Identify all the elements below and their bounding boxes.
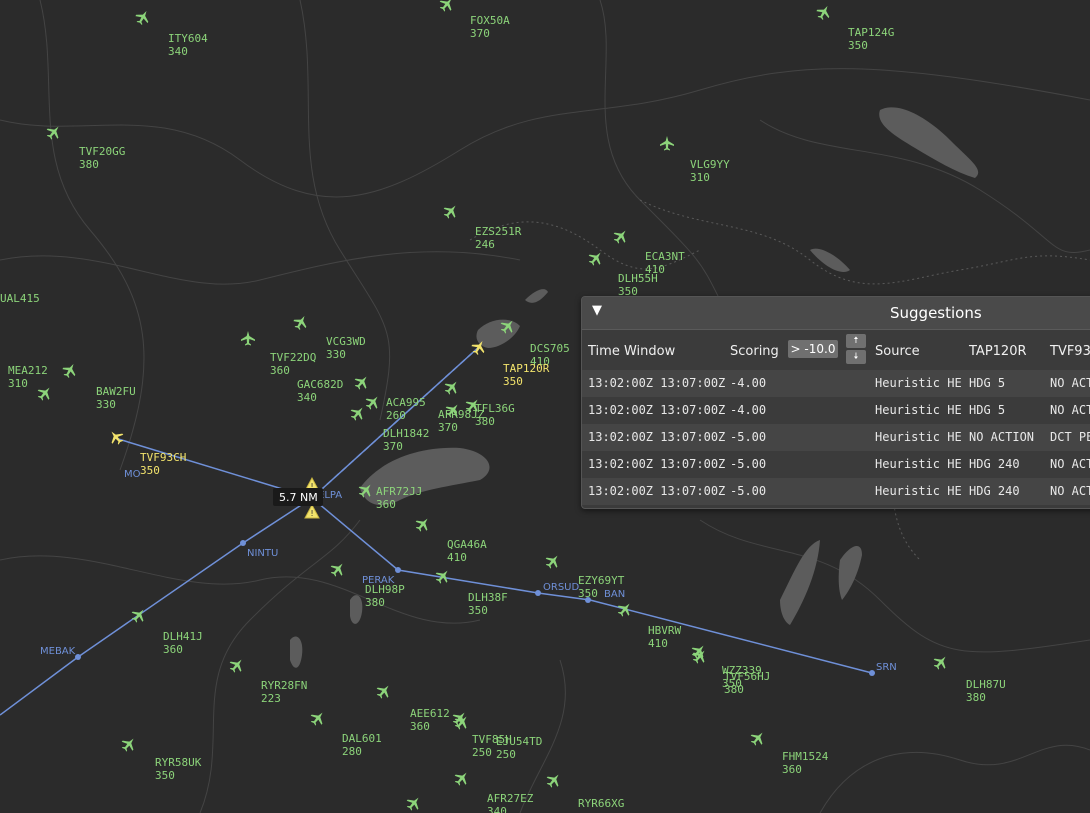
sort-arrows: 🠅 🠇: [846, 334, 866, 366]
cell-source: Heuristic HE: [875, 457, 962, 471]
waypoint-label-ban: BAN: [604, 589, 625, 600]
cell-score: -5.00: [730, 484, 767, 498]
waypoint-label-mo: MO: [124, 469, 141, 480]
cell-action-2: DCT PE: [1050, 430, 1090, 444]
suggestions-header: ▼ Suggestions: [582, 297, 1090, 330]
column-time-window[interactable]: Time Window: [588, 344, 675, 359]
cell-action-1: HDG 240: [969, 484, 1020, 498]
suggestion-row[interactable]: 13:02:00Z 13:07:00Z -5.00 Heuristic HE N…: [582, 424, 1090, 451]
column-aircraft-1[interactable]: TAP120R: [969, 344, 1027, 359]
cell-score: -5.00: [730, 430, 767, 444]
cell-action-2: NO ACT: [1050, 457, 1090, 471]
sort-up-button[interactable]: 🠅: [846, 334, 866, 348]
distance-label: 5.7 NM: [279, 491, 318, 504]
waypoint-label-srn: SRN: [876, 662, 897, 673]
cell-source: Heuristic HE: [875, 403, 962, 417]
suggestion-row[interactable]: 13:02:00Z 13:07:00Z -4.00 Heuristic HE H…: [582, 397, 1090, 424]
cell-action-1: HDG 5: [969, 376, 1006, 390]
cell-time-window: 13:02:00Z 13:07:00Z: [588, 457, 726, 471]
waypoint-nintu: [240, 540, 246, 546]
cell-score: -4.00: [730, 376, 767, 390]
cell-score: -5.00: [730, 457, 767, 471]
cell-time-window: 13:02:00Z 13:07:00Z: [588, 430, 726, 444]
suggestion-row[interactable]: 13:02:00Z 13:07:00Z -4.00 Heuristic HE H…: [582, 370, 1090, 397]
waypoint-orsud: [535, 590, 541, 596]
suggestions-title: Suggestions: [890, 304, 982, 322]
aircraft-label-ual415[interactable]: UAL415: [0, 292, 40, 305]
cell-time-window: 13:02:00Z 13:07:00Z: [588, 376, 726, 390]
waypoint-perak: [395, 567, 401, 573]
collapse-toggle-icon[interactable]: ▼: [592, 303, 602, 318]
cell-action-2: NO ACT: [1050, 484, 1090, 498]
cell-action-1: NO ACTION: [969, 430, 1035, 444]
suggestions-rows: 13:02:00Z 13:07:00Z -4.00 Heuristic HE H…: [582, 370, 1090, 505]
column-scoring[interactable]: Scoring: [730, 344, 779, 359]
cell-time-window: 13:02:00Z 13:07:00Z: [588, 403, 726, 417]
waypoint-label-mebak: MEBAK: [40, 646, 76, 657]
cell-action-1: HDG 240: [969, 457, 1020, 471]
cell-source: Heuristic HE: [875, 376, 962, 390]
column-aircraft-2[interactable]: TVF93C: [1050, 344, 1090, 359]
waypoint-mebak: [75, 654, 81, 660]
svg-text:!: !: [310, 509, 315, 518]
column-source[interactable]: Source: [875, 344, 920, 359]
cell-action-1: HDG 5: [969, 403, 1006, 417]
waypoint-srn: [869, 670, 875, 676]
cell-action-2: NO ACT: [1050, 376, 1090, 390]
cell-action-2: NO ACT: [1050, 403, 1090, 417]
cell-source: Heuristic HE: [875, 430, 962, 444]
suggestions-panel: ▼ Suggestions Time Window Scoring > -10.…: [581, 296, 1090, 509]
aircraft-label-ryr66xg[interactable]: RYR66XG: [578, 797, 624, 810]
score-filter-input[interactable]: > -10.0: [788, 340, 838, 358]
cell-score: -4.00: [730, 403, 767, 417]
sort-down-button[interactable]: 🠇: [846, 350, 866, 364]
suggestion-row[interactable]: 13:02:00Z 13:07:00Z -5.00 Heuristic HE H…: [582, 451, 1090, 478]
suggestion-row[interactable]: 13:02:00Z 13:07:00Z -5.00 Heuristic HE H…: [582, 478, 1090, 505]
waypoint-label-orsud: ORSUD: [543, 582, 579, 593]
waypoint-label-nintu: NINTU: [247, 548, 278, 559]
cell-time-window: 13:02:00Z 13:07:00Z: [588, 484, 726, 498]
suggestions-column-headers: Time Window Scoring > -10.0 🠅 🠇 Source T…: [582, 330, 1090, 370]
cell-source: Heuristic HE: [875, 484, 962, 498]
